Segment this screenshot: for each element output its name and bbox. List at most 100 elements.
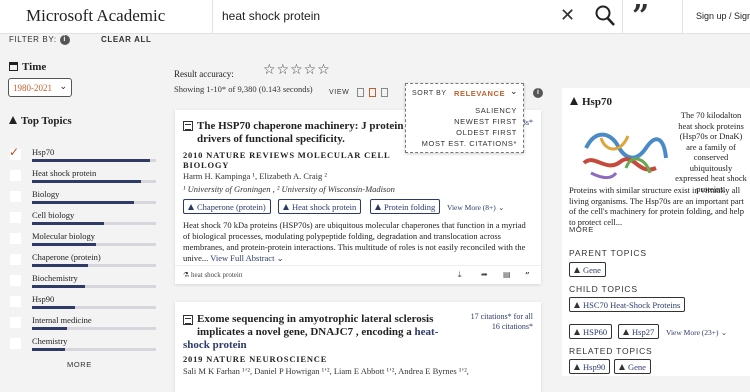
view-more-text: View More (23+) xyxy=(666,328,719,337)
related-topic-chip[interactable]: Hsp90 xyxy=(569,359,611,374)
list-view-icon[interactable] xyxy=(357,88,364,97)
sort-dropdown[interactable]: SORT BY RELEVANCE ⌄ SALIENCY NEWEST FIRS… xyxy=(405,83,524,153)
topic-filter-item[interactable]: Chaperone (protein) xyxy=(8,252,156,272)
topic-checkbox[interactable] xyxy=(10,254,21,265)
chevron-down-icon: ⌄ xyxy=(59,82,67,92)
paper-title-continued[interactable]: shock protein xyxy=(183,339,247,352)
child-topic-chip[interactable]: Hsp27 xyxy=(618,324,660,339)
author-list[interactable]: Sali M K Farhan ¹ʼ², Daniel P Howrigan ¹… xyxy=(183,366,469,376)
topic-chip[interactable]: Chaperone (protein) xyxy=(183,199,271,214)
topic-filter-item[interactable]: Internal medicine xyxy=(8,315,156,335)
topic-chip-label: Gene xyxy=(628,362,646,372)
site-logo[interactable]: Microsoft Academic xyxy=(26,6,165,26)
view-more-topics-link[interactable]: View More (8+) ⌄ xyxy=(447,203,504,212)
topic-checkbox[interactable] xyxy=(10,212,21,223)
entity-description: Proteins with similar structure exist in… xyxy=(569,185,745,227)
topic-checkbox[interactable] xyxy=(10,233,21,244)
entity-description-side: The 70 kilodalton heat shock proteins (H… xyxy=(675,110,747,194)
top-topics-heading-text: Top Topics xyxy=(21,115,72,127)
topic-chip-label: Gene xyxy=(583,265,601,275)
topic-checkbox[interactable] xyxy=(10,275,21,286)
topic-checkbox[interactable] xyxy=(10,338,21,349)
share-icon[interactable]: ➦ xyxy=(481,270,488,279)
view-more-child-topics-link[interactable]: View More (23+) ⌄ xyxy=(666,328,727,337)
filter-by-text: FILTER BY: xyxy=(9,35,57,45)
topic-checkbox[interactable] xyxy=(10,191,21,202)
topic-bar-track xyxy=(32,180,156,183)
topic-filter-item[interactable]: ✓ Hsp70 xyxy=(8,145,156,167)
chevron-down-icon: ⌄ xyxy=(495,203,505,212)
search-box[interactable]: heat shock protein ✕ xyxy=(212,0,622,34)
paper-card[interactable]: Exome sequencing in amyotrophic lateral … xyxy=(175,302,541,392)
flask-icon xyxy=(570,97,578,105)
flask-icon xyxy=(574,302,580,308)
compact-view-icon[interactable] xyxy=(369,88,376,97)
topic-filter-item[interactable]: Biology xyxy=(8,189,156,209)
related-topic-chip[interactable]: Gene xyxy=(614,359,651,374)
view-full-abstract-link[interactable]: View Full Abstract ⌄ xyxy=(210,253,283,263)
save-icon[interactable]: ▤ xyxy=(503,270,511,279)
entity-more-button[interactable]: MORE xyxy=(569,225,594,234)
paper-title[interactable]: Exome sequencing in amyotrophic lateral … xyxy=(197,313,467,339)
more-topics-button[interactable]: MORE xyxy=(67,360,92,369)
topic-bar-track xyxy=(32,243,156,246)
search-icon[interactable] xyxy=(594,4,616,28)
clear-all-button[interactable]: CLEAR ALL xyxy=(101,35,151,44)
calendar-icon xyxy=(9,62,18,71)
top-topics-heading: Top Topics xyxy=(9,115,72,127)
sign-in-link[interactable]: Sign up / Sign in xyxy=(696,11,750,21)
year-range-select[interactable]: 1980-2021 ⌄ xyxy=(8,78,72,97)
topic-checkbox[interactable] xyxy=(10,170,21,181)
parent-topic-chip[interactable]: Gene xyxy=(569,262,606,277)
topic-bar-fill xyxy=(32,285,86,288)
info-icon[interactable]: i xyxy=(59,35,70,45)
quote-icon[interactable]: ” xyxy=(632,0,649,34)
sort-option-citations[interactable]: MOST EST. CITATIONS* xyxy=(422,139,517,148)
info-icon[interactable]: i xyxy=(533,88,543,98)
affiliation-list[interactable]: ¹ University of Groningen , ² University… xyxy=(183,184,395,194)
topic-checkbox[interactable] xyxy=(10,296,21,307)
sort-option-oldest[interactable]: OLDEST FIRST xyxy=(456,128,517,137)
flask-icon xyxy=(375,204,381,210)
document-icon xyxy=(183,121,193,131)
topic-chip[interactable]: Protein folding xyxy=(370,199,441,214)
filter-by-label: FILTER BY: i xyxy=(9,35,70,45)
sort-selected-value[interactable]: RELEVANCE xyxy=(454,89,505,98)
citation-count[interactable]: 17 citations* for all 16 citations* xyxy=(437,312,533,332)
sort-option-newest[interactable]: NEWEST FIRST xyxy=(454,117,517,126)
sort-option-saliency[interactable]: SALIENCY xyxy=(475,106,517,115)
year-venue[interactable]: 2019 NATURE NEUROSCIENCE xyxy=(183,354,327,364)
topic-filter-item[interactable]: Chemistry xyxy=(8,336,156,356)
cite-icon[interactable]: ” xyxy=(525,270,530,280)
time-heading: Time xyxy=(9,61,46,73)
chevron-down-icon[interactable]: ⌄ xyxy=(510,87,518,97)
topic-filter-item[interactable]: Molecular biology xyxy=(8,231,156,251)
topic-bar-fill xyxy=(32,159,150,162)
star-rating[interactable]: ☆☆☆☆☆ xyxy=(263,62,331,78)
citation-line: 16 citations* xyxy=(491,322,533,331)
flask-icon xyxy=(574,267,580,273)
child-topic-chip[interactable]: HSC70 Heat-Shock Proteins xyxy=(569,297,686,312)
source-text: heat shock protein xyxy=(191,271,243,279)
topic-filter-item[interactable]: Heat shock protein xyxy=(8,168,156,188)
time-heading-text: Time xyxy=(22,61,47,73)
topic-bar-fill xyxy=(32,180,142,183)
flask-icon: ⚗ xyxy=(183,271,192,279)
topic-label: Hsp90 xyxy=(32,294,55,304)
topic-bar-track xyxy=(32,306,156,309)
child-topic-chip[interactable]: HSP60 xyxy=(569,324,613,339)
topic-filter-item[interactable]: Hsp90 xyxy=(8,294,156,314)
grid-view-icon[interactable] xyxy=(381,88,388,97)
topic-chip[interactable]: Heat shock protein xyxy=(278,199,362,214)
flask-icon xyxy=(574,329,580,335)
paper-abstract: Heat shock 70 kDa proteins (HSP70s) are … xyxy=(183,220,533,264)
year-venue[interactable]: 2010 NATURE REVIEWS MOLECULAR CELL BIOLO… xyxy=(183,150,390,170)
topic-filter-item[interactable]: Biochemistry xyxy=(8,273,156,293)
download-icon[interactable]: ⤓ xyxy=(458,270,462,280)
topic-checkbox[interactable] xyxy=(10,317,21,328)
search-input[interactable]: heat shock protein xyxy=(222,9,320,23)
topic-filter-item[interactable]: Cell biology xyxy=(8,210,156,230)
close-icon[interactable]: ✕ xyxy=(560,6,576,26)
author-list[interactable]: Harm H. Kampinga ¹, Elizabeth A. Craig ² xyxy=(183,171,327,181)
view-full-abstract-text: View Full Abstract xyxy=(210,253,275,263)
